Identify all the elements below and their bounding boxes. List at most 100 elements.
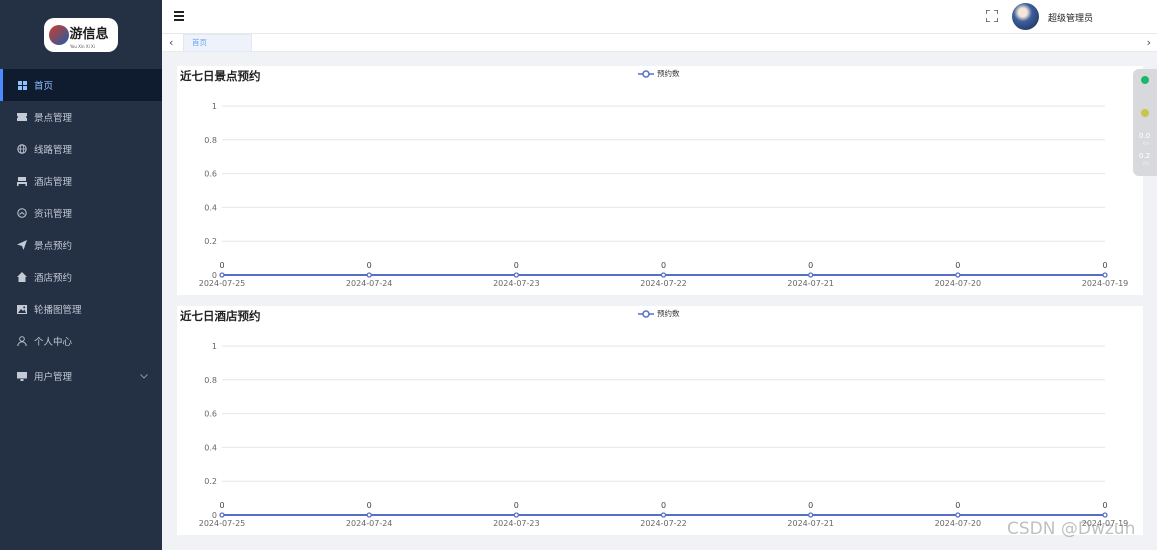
x-tick-label: 2024-07-19 [1082, 519, 1129, 528]
chart-plot: 0 0.2 0.4 0.6 0.8 1 0 2024-07-25 0 2024-07-24 0 202… [199, 342, 1129, 528]
network-speed-widget[interactable]: 0.0 K/s 0.2 K/s [1133, 69, 1157, 176]
data-label: 0 [514, 501, 519, 510]
data-point [219, 272, 225, 278]
x-tick-label: 2024-07-23 [493, 519, 540, 528]
sidebar-item-label: 酒店预约 [34, 273, 73, 284]
sidebar-item-label: 个人中心 [34, 337, 73, 348]
data-point [219, 512, 225, 518]
x-tick-label: 2024-07-21 [787, 519, 834, 528]
tab-bar: ‹ 首页 › [162, 34, 1157, 52]
sidebar-item-routes[interactable]: 线路管理 [0, 133, 162, 165]
menu-toggle-icon[interactable] [174, 11, 184, 21]
sidebar-item-label: 轮播图管理 [34, 305, 82, 316]
y-tick-label: 0.4 [204, 443, 217, 452]
bed-icon [17, 176, 27, 186]
data-label: 0 [1102, 501, 1107, 510]
dashboard-icon [17, 208, 27, 218]
y-tick-label: 1 [212, 342, 217, 351]
y-tick-label: 1 [212, 102, 217, 111]
home-icon [17, 272, 27, 282]
logo-subtitle: You Xin Xi Xi [70, 43, 95, 49]
data-label: 0 [367, 501, 372, 510]
ticket-icon [17, 112, 27, 122]
status-dot-yellow [1141, 109, 1149, 117]
chart-plot: 0 0.2 0.4 0.6 0.8 1 0 2024-07-25 0 2024-07-24 0 202… [199, 102, 1129, 288]
data-point [366, 272, 372, 278]
chart-card-hotel: 近七日酒店预约 预约数 0 0.2 0.4 0.6 0.8 1 0 2024-07-25 0 20… [177, 306, 1143, 535]
sidebar-item-hotels[interactable]: 酒店管理 [0, 165, 162, 197]
data-point [955, 272, 961, 278]
tab-home[interactable]: 首页 [183, 34, 252, 52]
data-label: 0 [219, 501, 224, 510]
upload-speed: 0.0 [1139, 132, 1151, 140]
y-tick-label: 0.2 [204, 477, 217, 486]
topbar: 超级管理员 [162, 0, 1157, 34]
sidebar-item-users[interactable]: 用户管理 [0, 360, 162, 392]
send-icon [17, 240, 27, 250]
sidebar-menu: 首页 景点管理 线路管理 酒店管理 资讯管理 景点预约 酒店预约 轮播图管理 个… [0, 69, 162, 392]
data-point [513, 272, 519, 278]
data-point [513, 512, 519, 518]
sidebar-item-home[interactable]: 首页 [0, 69, 162, 101]
sidebar-item-carousel[interactable]: 轮播图管理 [0, 293, 162, 325]
y-tick-label: 0.2 [204, 237, 217, 246]
sidebar-item-hotel-booking[interactable]: 酒店预约 [0, 261, 162, 293]
x-tick-label: 2024-07-21 [787, 279, 834, 288]
user-icon [17, 336, 27, 346]
sidebar-item-label: 线路管理 [34, 145, 73, 156]
sidebar-item-label: 酒店管理 [34, 177, 73, 188]
x-tick-label: 2024-07-23 [493, 279, 540, 288]
logo-title: 游信息 [69, 27, 109, 42]
x-tick-label: 2024-07-25 [199, 519, 246, 528]
sidebar-item-label: 景点管理 [34, 113, 73, 124]
sidebar-item-profile[interactable]: 个人中心 [0, 325, 162, 357]
data-label: 0 [955, 261, 960, 270]
y-tick-label: 0.6 [204, 410, 217, 419]
data-point [660, 512, 667, 518]
data-label: 0 [514, 261, 519, 270]
data-point [1102, 512, 1108, 518]
x-tick-label: 2024-07-19 [1082, 279, 1129, 288]
sidebar-item-label: 首页 [34, 81, 54, 92]
data-label: 0 [1102, 261, 1107, 270]
data-point [808, 272, 814, 278]
avatar[interactable] [1012, 3, 1039, 30]
data-point [366, 512, 372, 518]
data-point [660, 272, 667, 278]
chart-card-scenic: 近七日景点预约 预约数 0 0.2 0.4 0.6 0.8 1 0 2024-07-25 0 20… [177, 66, 1143, 295]
sidebar-item-scenic-booking[interactable]: 景点预约 [0, 229, 162, 261]
grid-icon [17, 80, 27, 90]
monitor-icon [17, 371, 27, 381]
globe-icon [17, 144, 27, 154]
x-tick-label: 2024-07-20 [935, 519, 982, 528]
x-tick-label: 2024-07-24 [346, 519, 393, 528]
data-label: 0 [219, 261, 224, 270]
sidebar-item-news[interactable]: 资讯管理 [0, 197, 162, 229]
data-label: 0 [661, 261, 666, 270]
logo[interactable]: 游信息 You Xin Xi Xi [44, 17, 118, 52]
logo-area: 游信息 You Xin Xi Xi [0, 0, 162, 69]
download-speed: 0.2 [1139, 152, 1151, 160]
logo-mark-icon [49, 24, 69, 45]
status-dot-green [1141, 76, 1149, 84]
data-point [1102, 272, 1108, 278]
x-tick-label: 2024-07-22 [640, 519, 687, 528]
x-tick-label: 2024-07-25 [199, 279, 246, 288]
y-tick-label: 0.8 [204, 136, 217, 145]
tab-scroll-left-icon[interactable]: ‹ [169, 36, 173, 49]
data-label: 0 [955, 501, 960, 510]
sidebar-item-label: 资讯管理 [34, 209, 73, 220]
x-tick-label: 2024-07-20 [935, 279, 982, 288]
fullscreen-icon[interactable] [986, 10, 998, 22]
tab-scroll-right-icon[interactable]: › [1147, 36, 1151, 49]
data-label: 0 [808, 501, 813, 510]
y-tick-label: 0.8 [204, 376, 217, 385]
data-label: 0 [367, 261, 372, 270]
user-name[interactable]: 超级管理员 [1048, 11, 1093, 24]
sidebar-item-scenic[interactable]: 景点管理 [0, 101, 162, 133]
y-tick-label: 0.6 [204, 170, 217, 179]
sidebar: 游信息 You Xin Xi Xi 首页 景点管理 线路管理 酒店管理 资讯管理… [0, 0, 162, 550]
upload-unit: K/s [1143, 141, 1150, 146]
y-tick-label: 0.4 [204, 203, 217, 212]
data-point [808, 512, 814, 518]
